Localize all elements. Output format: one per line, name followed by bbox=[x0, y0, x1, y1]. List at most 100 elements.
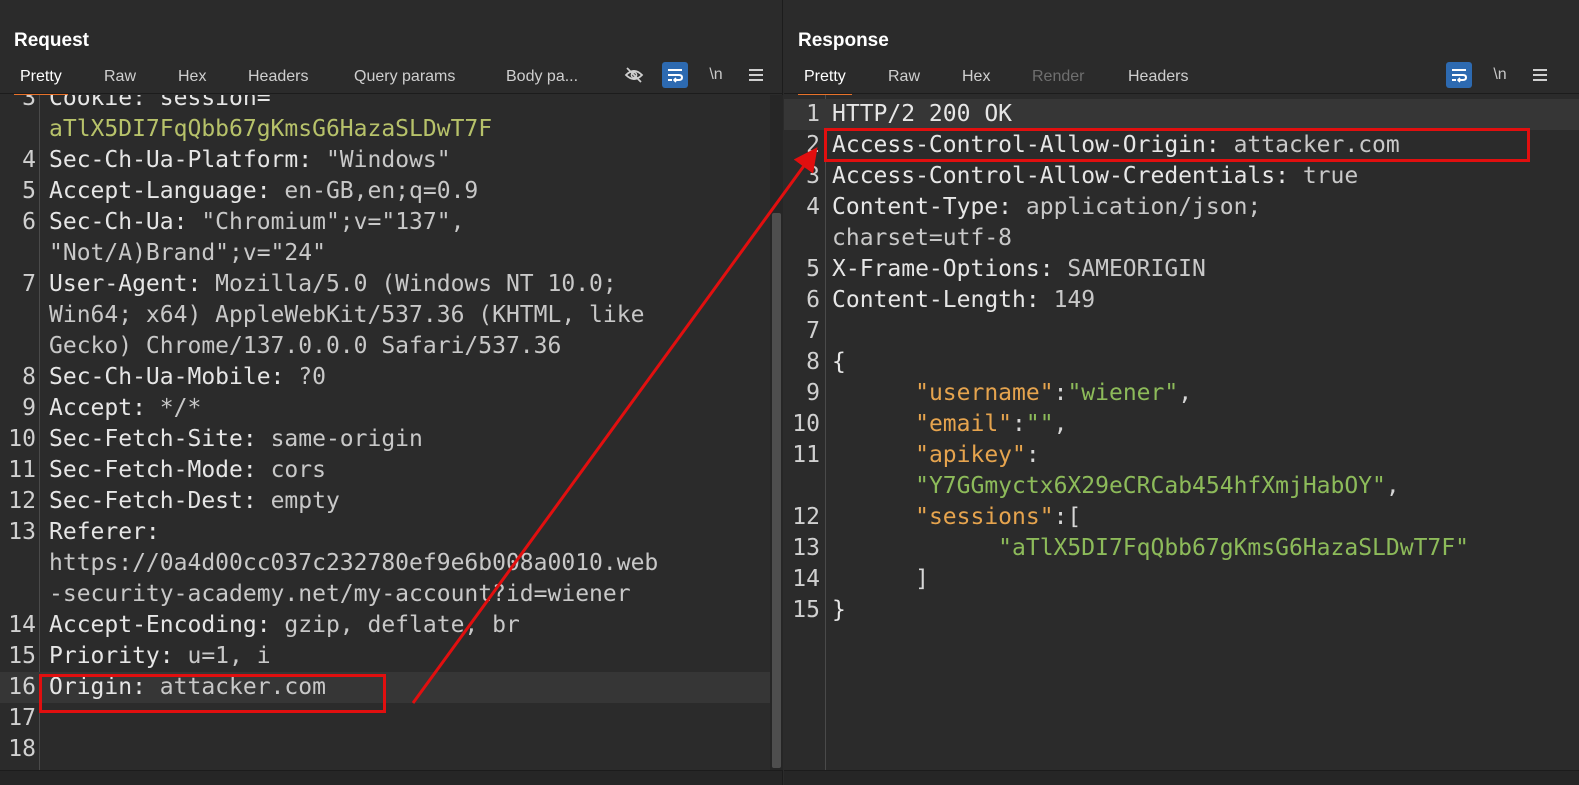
json-token: , bbox=[1385, 473, 1400, 499]
wrap-lines-button[interactable] bbox=[1446, 62, 1472, 88]
json-token: "username" bbox=[915, 380, 1054, 406]
code-text: "aTlX5DI7FqQbb67gKmsG6HazaSLDwT7F" bbox=[832, 533, 1469, 564]
newline-icon: \n bbox=[1493, 66, 1507, 83]
line-number: 11 bbox=[8, 457, 36, 483]
code-line: 9 Accept: */* bbox=[0, 393, 782, 424]
response-editor[interactable]: 1 HTTP/2 200 OK 2 Access-Control-Allow-Orig… bbox=[784, 95, 1579, 770]
line-number: 15 bbox=[792, 597, 820, 623]
code-line: 4 Content-Type: application/json; bbox=[784, 192, 1579, 223]
code-line: 12 Sec-Fetch-Dest: empty bbox=[0, 486, 782, 517]
request-menu-button[interactable] bbox=[743, 62, 769, 88]
tab-hex[interactable]: Hex bbox=[172, 66, 212, 94]
header-value: Win64; x64) AppleWebKit/537.36 (KHTML, l… bbox=[49, 302, 645, 328]
header-value: SAMEORIGIN bbox=[1067, 256, 1206, 282]
header-name: Content-Length: bbox=[832, 287, 1054, 313]
menu-icon bbox=[749, 69, 763, 81]
header-value: Mozilla/5.0 (Windows NT 10.0; bbox=[215, 271, 617, 297]
wrap-lines-button[interactable] bbox=[662, 62, 688, 88]
newline-button[interactable]: \n bbox=[1487, 62, 1513, 88]
header-value: Gecko) Chrome/137.0.0.0 Safari/537.36 bbox=[49, 333, 562, 359]
code-line: aTlX5DI7FqQbb67gKmsG6HazaSLDwT7F bbox=[0, 114, 782, 145]
code-line: 18 bbox=[0, 734, 782, 765]
line-number: 5 bbox=[806, 256, 820, 282]
header-name: Sec-Fetch-Site: bbox=[49, 426, 271, 452]
code-text: "sessions":[ bbox=[832, 502, 1081, 533]
response-pane: Response Pretty Raw Hex Render Headers \… bbox=[784, 0, 1579, 785]
hide-nonprintable-button[interactable] bbox=[621, 62, 647, 88]
tab-headers[interactable]: Headers bbox=[242, 66, 314, 94]
line-number: 14 bbox=[792, 566, 820, 592]
tab-pretty[interactable]: Pretty bbox=[798, 66, 852, 96]
newline-button[interactable]: \n bbox=[703, 62, 729, 88]
header-value: true bbox=[1302, 163, 1359, 189]
code-line: "Y7GGmyctx6X29eCRCab454hfXmjHabOY", bbox=[784, 471, 1579, 502]
line-number: 7 bbox=[806, 318, 820, 344]
line-number: 4 bbox=[22, 147, 36, 173]
line-number: 8 bbox=[22, 364, 36, 390]
header-name: Sec-Fetch-Dest: bbox=[49, 488, 271, 514]
code-text: Sec-Ch-Ua: "Chromium";v="137", bbox=[49, 207, 464, 238]
line-number: 6 bbox=[22, 209, 36, 235]
line-number: 11 bbox=[792, 442, 820, 468]
code-line: 1 HTTP/2 200 OK bbox=[784, 99, 1579, 130]
line-number: 10 bbox=[792, 411, 820, 437]
code-line: 8{ bbox=[784, 347, 1579, 378]
json-token: "Y7GGmyctx6X29eCRCab454hfXmjHabOY" bbox=[915, 473, 1386, 499]
response-menu-button[interactable] bbox=[1527, 62, 1553, 88]
line-number: 13 bbox=[8, 519, 36, 545]
code-line: 15} bbox=[784, 595, 1579, 626]
tab-query-params[interactable]: Query params bbox=[348, 66, 461, 94]
code-line: 2 Access-Control-Allow-Origin: attacker.c… bbox=[784, 130, 1579, 161]
request-editor[interactable]: 3 Cookie: session= aTlX5DI7FqQbb67gKmsG6Ha… bbox=[0, 95, 782, 770]
code-text: -security-academy.net/my-account?id=wien… bbox=[49, 579, 631, 610]
code-line: 9 "username":"wiener", bbox=[784, 378, 1579, 409]
header-value: "Windows" bbox=[325, 147, 451, 173]
code-line: 5 X-Frame-Options: SAMEORIGIN bbox=[784, 254, 1579, 285]
code-line: 10 "email":"", bbox=[784, 409, 1579, 440]
code-text: "Not/A)Brand";v="24" bbox=[49, 238, 326, 269]
tab-pretty[interactable]: Pretty bbox=[14, 66, 68, 96]
code-text: https://0a4d00cc037c232780ef9e6b008a0010… bbox=[49, 548, 658, 579]
json-token: ] bbox=[915, 566, 929, 592]
code-text: Sec-Fetch-Site: same-origin bbox=[49, 424, 423, 455]
code-text: Cookie: session= bbox=[49, 95, 271, 114]
line-number: 16 bbox=[8, 674, 36, 700]
tab-render: Render bbox=[1032, 68, 1085, 85]
line-number: 13 bbox=[792, 535, 820, 561]
header-value: https://0a4d00cc037c232780ef9e6b008a0010… bbox=[49, 550, 659, 576]
tab-body-params[interactable]: Body pa... bbox=[500, 66, 584, 94]
tab-hex[interactable]: Hex bbox=[956, 66, 996, 94]
tab-raw[interactable]: Raw bbox=[98, 66, 142, 94]
code-line: 15 Priority: u=1, i bbox=[0, 641, 782, 672]
tab-headers[interactable]: Headers bbox=[1122, 66, 1194, 94]
line-number: 3 bbox=[806, 163, 820, 189]
code-line: 7 bbox=[784, 316, 1579, 347]
header-name: Priority: bbox=[49, 643, 188, 669]
header-value: 149 bbox=[1053, 287, 1096, 313]
request-scrollbar[interactable] bbox=[770, 95, 783, 770]
code-line: 5 Accept-Language: en-GB,en;q=0.9 bbox=[0, 176, 782, 207]
code-line: 4 Sec-Ch-Ua-Platform: "Windows" bbox=[0, 145, 782, 176]
header-name: Sec-Ch-Ua: bbox=[49, 209, 202, 235]
request-scrollbar-thumb[interactable] bbox=[772, 213, 781, 768]
json-token: "" bbox=[1025, 411, 1054, 437]
header-value: charset=utf-8 bbox=[832, 225, 1013, 251]
header-name: Access-Control-Allow-Credentials: bbox=[832, 163, 1303, 189]
code-line: 6 Content-Length: 149 bbox=[784, 285, 1579, 316]
response-hscrollbar[interactable] bbox=[784, 770, 1579, 785]
code-line: 10 Sec-Fetch-Site: same-origin bbox=[0, 424, 782, 455]
json-token: :[ bbox=[1053, 504, 1082, 530]
code-text: Priority: u=1, i bbox=[49, 641, 271, 672]
json-token: "apikey" bbox=[915, 442, 1026, 468]
tab-raw[interactable]: Raw bbox=[882, 66, 926, 94]
request-hscrollbar[interactable] bbox=[0, 770, 782, 785]
code-text: Sec-Ch-Ua-Platform: "Windows" bbox=[49, 145, 451, 176]
menu-icon bbox=[1533, 69, 1547, 81]
header-name: X-Frame-Options: bbox=[832, 256, 1068, 282]
header-name: Referer: bbox=[49, 519, 160, 545]
code-line: 16 Origin: attacker.com bbox=[0, 672, 782, 703]
header-name: Accept-Encoding: bbox=[49, 612, 285, 638]
header-name: Origin: bbox=[49, 674, 160, 700]
